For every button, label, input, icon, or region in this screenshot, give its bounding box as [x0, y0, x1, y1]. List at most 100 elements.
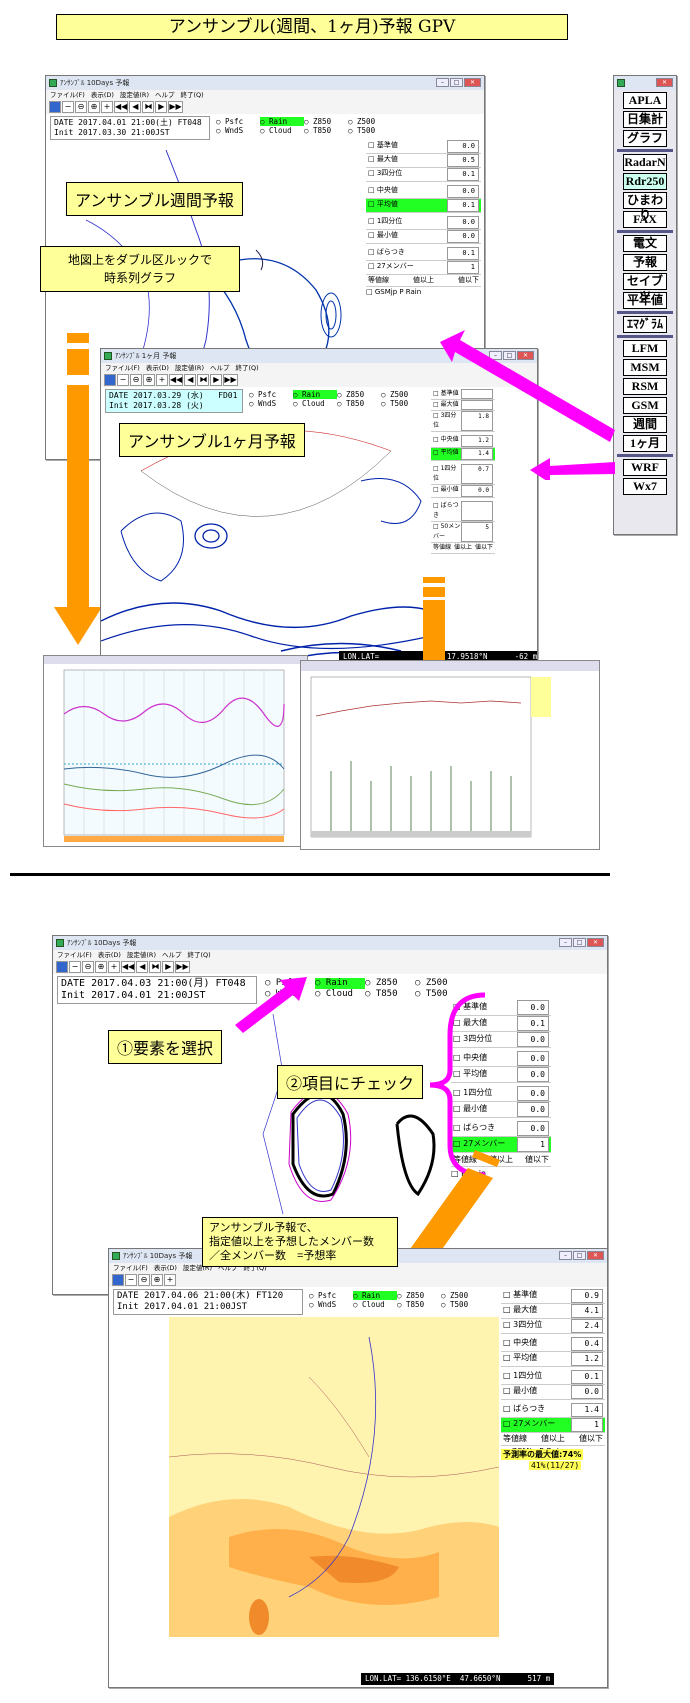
radio-t500[interactable]: ○ T500: [441, 1300, 485, 1309]
zoom-plus-icon[interactable]: ⊕: [151, 1274, 163, 1286]
radio-cloud[interactable]: ○ Cloud: [353, 1300, 397, 1309]
stats-row[interactable]: □ 基準値 0.0: [366, 140, 481, 154]
zoom-in-button[interactable]: +: [164, 1274, 176, 1286]
stats-value[interactable]: 0.0: [461, 485, 493, 497]
stats-value[interactable]: 0.0: [447, 140, 479, 153]
close-icon[interactable]: ✕: [656, 78, 673, 87]
zoom-plus-icon[interactable]: ⊕: [143, 374, 155, 386]
stats-row[interactable]: □ 最大値 4.1: [501, 1304, 605, 1319]
maximize-icon[interactable]: □: [450, 78, 463, 87]
stats-value[interactable]: 1.4: [571, 1403, 603, 1417]
toolbar-button-セイブツ[interactable]: セイブツ: [623, 273, 667, 303]
zoom-minus-icon[interactable]: ⊖: [138, 1274, 150, 1286]
panel-btn[interactable]: 値以上: [541, 1433, 565, 1445]
stats-row[interactable]: □ 平均値 1.2: [501, 1352, 605, 1367]
stats-row[interactable]: □ 50メンバー 5: [431, 522, 495, 543]
radio-t500[interactable]: ○ T500: [381, 399, 425, 408]
stats-row[interactable]: □ 1四分位 0.0: [366, 216, 481, 230]
stats-value[interactable]: 0.1: [447, 247, 479, 260]
radio-t850[interactable]: ○ T850: [337, 399, 381, 408]
zoom-plus-icon[interactable]: ⊕: [88, 101, 100, 113]
last-frame-button[interactable]: ▶▶: [175, 961, 190, 973]
panel-btn[interactable]: 値以下: [579, 1433, 603, 1445]
radio-t850[interactable]: ○ T850: [365, 989, 415, 1000]
radio-t500[interactable]: ○ T500: [348, 126, 392, 135]
stats-row[interactable]: □ 基準値 0.9: [501, 1289, 605, 1304]
menu-item[interactable]: ファイル(F): [50, 90, 85, 100]
zoom-in-button[interactable]: +: [101, 101, 113, 113]
stats-value[interactable]: 0.0: [571, 1385, 603, 1399]
menu-item[interactable]: 設定値(R): [120, 90, 149, 100]
save-icon[interactable]: [49, 101, 61, 113]
radio-psfc[interactable]: ○ Psfc: [249, 390, 293, 399]
close-icon[interactable]: ✕: [587, 938, 604, 947]
stats-value[interactable]: 0.1: [517, 1016, 549, 1031]
stats-row[interactable]: □ 平均値 0.1: [366, 199, 481, 213]
stats-value[interactable]: [461, 501, 493, 521]
stats-value[interactable]: 0.4: [571, 1337, 603, 1351]
next-frame-button[interactable]: ▶: [155, 101, 168, 113]
menu-item[interactable]: ファイル(F): [57, 950, 92, 960]
stats-value[interactable]: 5: [461, 522, 493, 542]
menu-item[interactable]: 表示(D): [98, 950, 121, 960]
stats-value[interactable]: 1: [571, 1418, 603, 1432]
radio-t850[interactable]: ○ T850: [397, 1300, 441, 1309]
close-icon[interactable]: ✕: [464, 78, 481, 87]
minimize-icon[interactable]: –: [436, 78, 449, 87]
toolbar-button-日集計[interactable]: 日集計: [623, 111, 667, 128]
radio-wnds[interactable]: ○ WndS: [216, 126, 260, 135]
first-frame-button[interactable]: ◀◀: [121, 961, 136, 973]
prev-frame-button[interactable]: ◀: [184, 374, 197, 386]
toolbar-button-Rdr250[interactable]: Rdr250: [623, 173, 667, 190]
minimize-icon[interactable]: –: [559, 938, 572, 947]
panel-btn[interactable]: 値以下: [458, 275, 479, 286]
menu-item[interactable]: 設定値(R): [127, 950, 156, 960]
toolbar-button-Wx7[interactable]: Wx7: [623, 478, 667, 495]
toolbar-button-FAX[interactable]: FAX: [623, 211, 667, 228]
menu-item[interactable]: 終了(Q): [180, 90, 203, 100]
menu-item[interactable]: 表示(D): [146, 363, 169, 373]
minimize-icon[interactable]: –: [559, 1251, 572, 1260]
stats-value[interactable]: 0.0: [447, 230, 479, 243]
stats-value[interactable]: 0.5: [447, 154, 479, 167]
stats-row[interactable]: □ 中央値 0.0: [366, 185, 481, 199]
stats-value[interactable]: 0.0: [517, 1067, 549, 1082]
prev-frame-button[interactable]: ◀: [129, 101, 142, 113]
zoom-out-button[interactable]: −: [125, 1274, 137, 1286]
stats-row[interactable]: □ 最大値 0.5: [366, 154, 481, 168]
zoom-plus-icon[interactable]: ⊕: [95, 961, 107, 973]
radio-t850[interactable]: ○ T850: [304, 126, 348, 135]
stats-row[interactable]: □ 27メンバー 1: [501, 1418, 605, 1433]
stats-value[interactable]: 0.0: [517, 1121, 549, 1136]
result-map[interactable]: DATE 2017.04.06 21:00(木) FT120 Init 2017.…: [109, 1287, 607, 1687]
zoom-minus-icon[interactable]: ⊖: [130, 374, 142, 386]
menu-item[interactable]: 終了(Q): [235, 363, 258, 373]
stats-value[interactable]: 0.0: [517, 1086, 549, 1101]
stats-value[interactable]: 0.9: [571, 1289, 603, 1303]
panel-btn[interactable]: 等値線: [368, 275, 389, 286]
stats-value[interactable]: 1: [447, 261, 479, 274]
panel-footer[interactable]: □ GSMjp P Rain: [366, 287, 481, 298]
stats-row[interactable]: □ 3四分位 0.1: [366, 168, 481, 182]
stats-row[interactable]: □ 最小値 0.0: [431, 485, 495, 498]
zoom-out-button[interactable]: −: [117, 374, 129, 386]
stats-value[interactable]: 0.0: [517, 1000, 549, 1015]
zoom-out-button[interactable]: −: [69, 961, 81, 973]
play-button[interactable]: ⧓: [149, 961, 162, 973]
radio-cloud[interactable]: ○ Cloud: [260, 126, 304, 135]
stats-value[interactable]: 0.0: [517, 1032, 549, 1047]
menu-item[interactable]: ヘルプ: [162, 950, 182, 960]
radio-rain[interactable]: ○ Rain: [260, 117, 304, 126]
stats-row[interactable]: □ 1四分位 0.1: [501, 1370, 605, 1385]
menu-item[interactable]: ファイル(F): [113, 1263, 148, 1273]
save-icon[interactable]: [104, 374, 116, 386]
radio-z850[interactable]: ○ Z850: [304, 117, 348, 126]
play-button[interactable]: ⧓: [197, 374, 210, 386]
radio-z500[interactable]: ○ Z500: [348, 117, 392, 126]
radio-wnds[interactable]: ○ WndS: [249, 399, 293, 408]
stats-row[interactable]: □ 最小値 0.0: [366, 230, 481, 244]
radio-rain[interactable]: ○ Rain: [315, 978, 365, 989]
stats-value[interactable]: 0.0: [447, 216, 479, 229]
save-icon[interactable]: [56, 961, 68, 973]
radio-rain[interactable]: ○ Rain: [353, 1291, 397, 1300]
